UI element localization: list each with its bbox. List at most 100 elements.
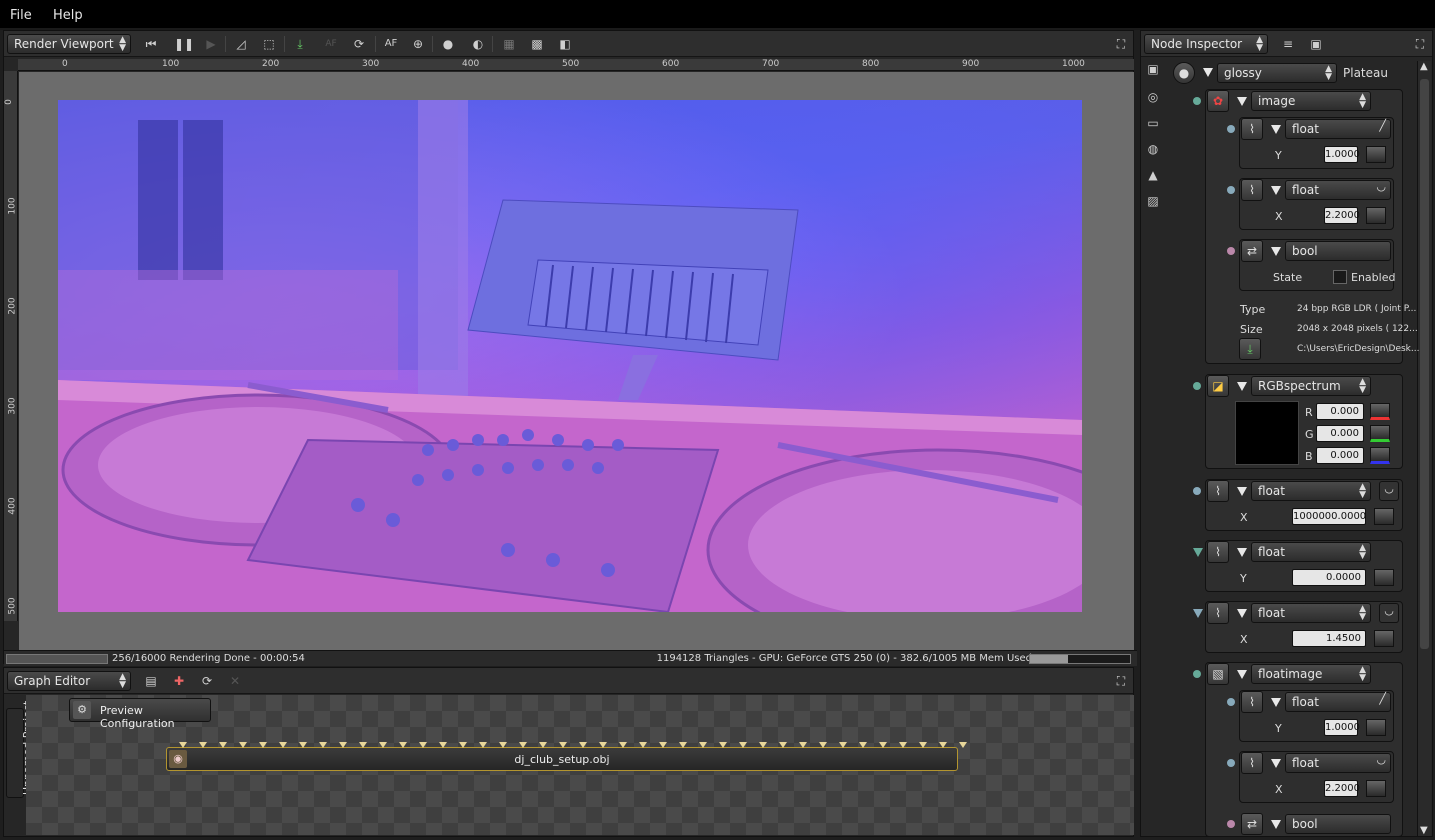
expand-icon[interactable]: [1237, 487, 1247, 496]
menu-help[interactable]: Help: [53, 8, 83, 23]
node-input-pin[interactable]: [379, 742, 387, 748]
slider-icon[interactable]: [1374, 569, 1394, 586]
node-input-pin[interactable]: [279, 742, 287, 748]
gamma-icon[interactable]: ◡: [1379, 603, 1399, 623]
node-input-pin[interactable]: [939, 742, 947, 748]
output-socket[interactable]: [1193, 609, 1203, 618]
settings-tab-icon[interactable]: ▨: [1144, 194, 1162, 212]
node-input-pin[interactable]: [499, 742, 507, 748]
node-input-pin[interactable]: [239, 742, 247, 748]
expand-icon[interactable]: [1237, 382, 1247, 391]
layers-tab-icon[interactable]: ▭: [1144, 116, 1162, 134]
node-input-pin[interactable]: [419, 742, 427, 748]
float-type-select[interactable]: float ▲ ▼: [1251, 542, 1371, 562]
float-x-value[interactable]: 1.4500: [1292, 630, 1366, 647]
scroll-thumb[interactable]: [1420, 79, 1429, 649]
input-socket[interactable]: [1193, 670, 1201, 678]
float-y-value[interactable]: 1.0000: [1324, 719, 1360, 736]
color-swatch[interactable]: [1235, 401, 1299, 465]
input-socket[interactable]: [1193, 487, 1201, 495]
node-input-pin[interactable]: [799, 742, 807, 748]
expand-icon[interactable]: [1271, 820, 1281, 829]
inspector-mode-select[interactable]: Node Inspector ▲ ▼: [1144, 34, 1268, 54]
float-y-value[interactable]: 0.0000: [1292, 569, 1366, 586]
r-value[interactable]: 0.000: [1316, 403, 1364, 420]
node-input-pin[interactable]: [779, 742, 787, 748]
node-input-pin[interactable]: [439, 742, 447, 748]
slider-icon[interactable]: [1366, 146, 1386, 163]
output-socket[interactable]: [1193, 548, 1203, 557]
expand-icon[interactable]: [1271, 125, 1281, 134]
input-socket[interactable]: [1227, 125, 1235, 133]
b-value[interactable]: 0.000: [1316, 447, 1364, 464]
float-x-value[interactable]: 2.2000: [1324, 780, 1360, 797]
expand-icon[interactable]: [1203, 68, 1213, 77]
pause-icon[interactable]: ❚❚: [174, 36, 194, 52]
node-input-pin[interactable]: [339, 742, 347, 748]
restart-icon[interactable]: ⏮: [143, 36, 159, 52]
scroll-up-icon[interactable]: ▲: [1420, 61, 1428, 72]
float-x-value[interactable]: 1000000.0000: [1292, 508, 1366, 525]
node-input-pin[interactable]: [919, 742, 927, 748]
slider-icon[interactable]: [1366, 780, 1386, 797]
input-socket[interactable]: [1227, 247, 1235, 255]
maximize-icon[interactable]: ⛶: [1113, 673, 1129, 689]
expand-icon[interactable]: [1271, 698, 1281, 707]
play-icon[interactable]: ▶: [203, 36, 219, 52]
mesh-node[interactable]: ◉ dj_club_setup.obj: [166, 742, 967, 771]
node-input-pin[interactable]: [859, 742, 867, 748]
expand-icon[interactable]: ▣: [1308, 36, 1324, 52]
node-input-pin[interactable]: [559, 742, 567, 748]
float-type-select[interactable]: float ╱: [1285, 692, 1391, 712]
expand-icon[interactable]: [1237, 97, 1247, 106]
node-input-pin[interactable]: [739, 742, 747, 748]
gamma-icon[interactable]: ◡: [1379, 481, 1399, 501]
load-icon[interactable]: ▤: [143, 673, 159, 689]
node-input-pin[interactable]: [839, 742, 847, 748]
expand-icon[interactable]: [1237, 670, 1247, 679]
slider-icon[interactable]: [1374, 630, 1394, 647]
floatimage-type-select[interactable]: floatimage ▲ ▼: [1251, 664, 1371, 684]
float-type-select[interactable]: float ▲ ▼: [1251, 481, 1371, 501]
node-input-pin[interactable]: [299, 742, 307, 748]
node-input-pin[interactable]: [759, 742, 767, 748]
float-type-select[interactable]: float ╱: [1285, 119, 1391, 139]
maximize-icon[interactable]: ⛶: [1412, 36, 1428, 52]
float-type-select[interactable]: float ▲ ▼: [1251, 603, 1371, 623]
node-input-pin[interactable]: [719, 742, 727, 748]
input-socket[interactable]: [1227, 820, 1235, 828]
image-tab-icon[interactable]: ▣: [1144, 62, 1162, 80]
expand-icon[interactable]: [1237, 548, 1247, 557]
camera-tab-icon[interactable]: ◎: [1144, 90, 1162, 108]
blue-slider-icon[interactable]: [1370, 447, 1390, 464]
ruler-icon[interactable]: ◿: [233, 36, 249, 52]
node-input-pin[interactable]: [599, 742, 607, 748]
node-input-pin[interactable]: [459, 742, 467, 748]
node-input-pin[interactable]: [699, 742, 707, 748]
pick-icon[interactable]: ⤓: [292, 36, 308, 52]
node-graph-canvas[interactable]: ⚙ Preview Configuration ◉ dj_club_setup.…: [26, 695, 1134, 835]
graph-mode-select[interactable]: Graph Editor ▲ ▼: [7, 671, 131, 691]
float-type-select[interactable]: float ◡: [1285, 753, 1391, 773]
enabled-checkbox[interactable]: [1333, 270, 1347, 284]
input-socket[interactable]: [1193, 97, 1201, 105]
preview-config-node[interactable]: ⚙ Preview Configuration: [69, 698, 211, 730]
bool-type-select[interactable]: bool: [1285, 241, 1391, 261]
node-input-pin[interactable]: [819, 742, 827, 748]
float-type-select[interactable]: float ◡: [1285, 180, 1391, 200]
node-input-pin[interactable]: [659, 742, 667, 748]
delete-icon[interactable]: ✕: [227, 673, 243, 689]
node-input-pin[interactable]: [399, 742, 407, 748]
node-input-pin[interactable]: [639, 742, 647, 748]
af-disabled-icon[interactable]: AF: [323, 36, 339, 52]
green-slider-icon[interactable]: [1370, 425, 1390, 442]
inspector-scrollbar[interactable]: ▲ ▼: [1417, 61, 1431, 836]
g-value[interactable]: 0.000: [1316, 425, 1364, 442]
input-socket[interactable]: [1193, 382, 1201, 390]
alpha-icon[interactable]: ◧: [557, 36, 573, 52]
af-icon[interactable]: AF: [383, 36, 399, 52]
add-node-icon[interactable]: ✚: [171, 673, 187, 689]
expand-icon[interactable]: [1271, 186, 1281, 195]
input-socket[interactable]: [1227, 759, 1235, 767]
float-y-value[interactable]: 1.0000: [1324, 146, 1360, 163]
